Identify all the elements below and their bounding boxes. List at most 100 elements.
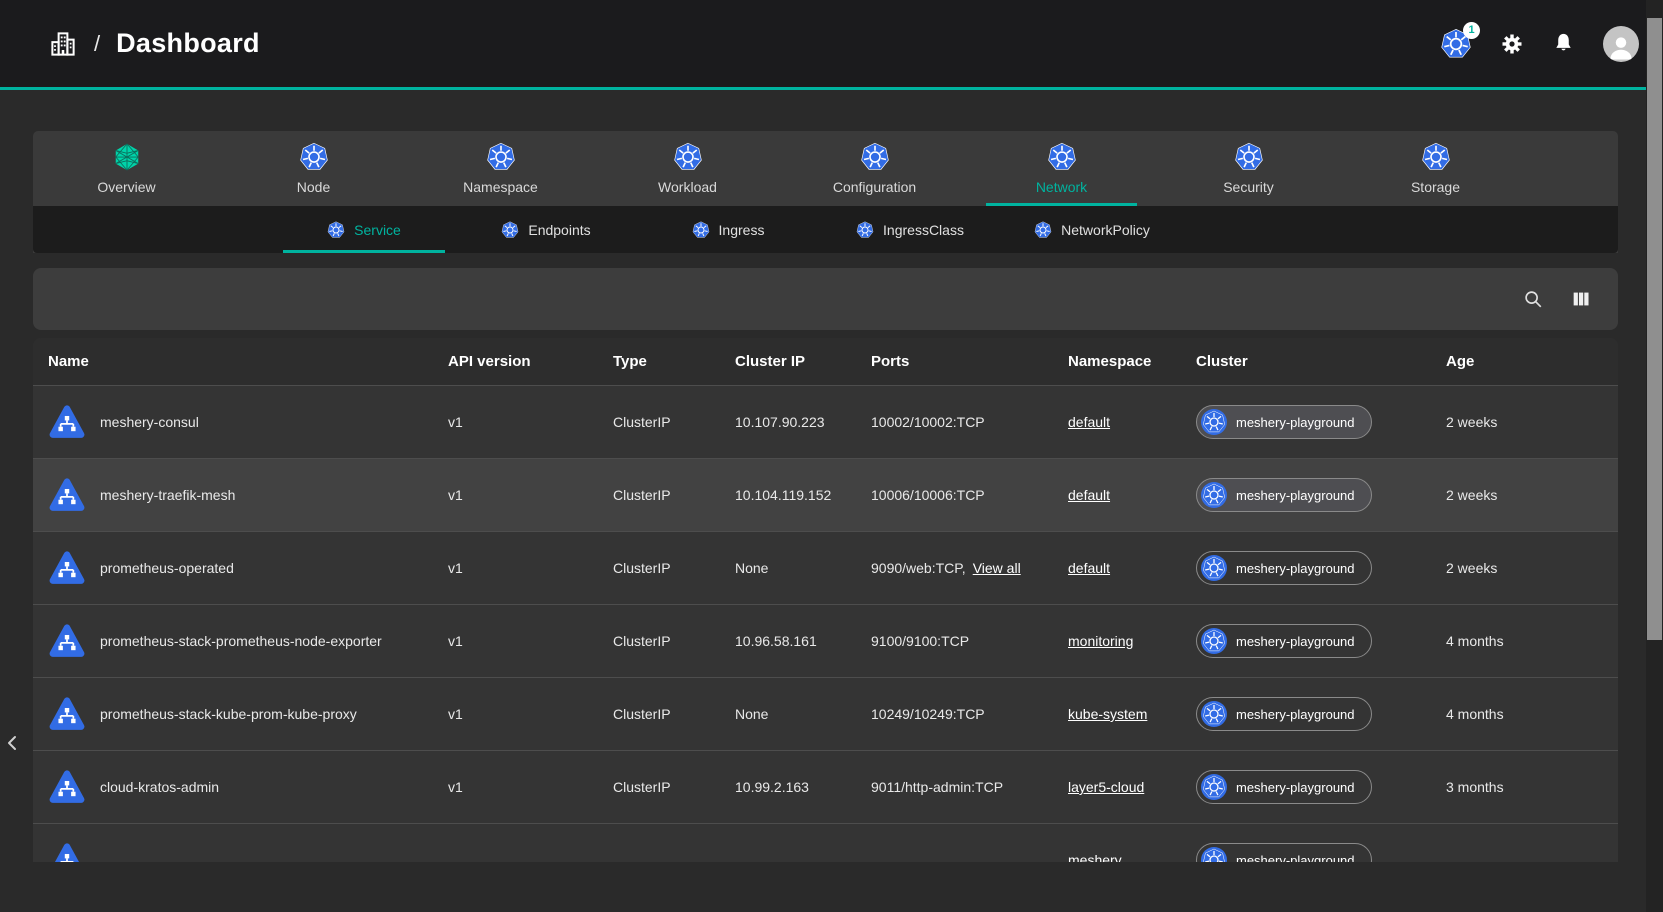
column-header-cluster[interactable]: Cluster <box>1196 353 1446 370</box>
namespace-link[interactable]: meshery <box>1068 852 1122 862</box>
chip-k8s-icon <box>1201 774 1227 800</box>
age-value: 4 months <box>1446 633 1618 649</box>
column-header-api-version[interactable]: API version <box>448 353 613 370</box>
table-row[interactable]: prometheus-stack-prometheus-node-exporte… <box>33 604 1618 677</box>
ports-value: 9090/web:TCP, <box>871 560 966 576</box>
type-value: ClusterIP <box>613 706 735 722</box>
table-row[interactable]: meshery meshery-playground <box>33 823 1618 862</box>
column-header-type[interactable]: Type <box>613 353 735 370</box>
subtab-k8s-icon <box>692 221 710 239</box>
notifications-bell-icon[interactable] <box>1552 32 1575 55</box>
resource-tab[interactable]: Storage <box>1342 131 1529 206</box>
cluster-ip-value: None <box>735 560 871 576</box>
chip-k8s-icon <box>1201 409 1227 435</box>
cluster-name: meshery-playground <box>1236 415 1355 430</box>
column-header-namespace[interactable]: Namespace <box>1068 353 1196 370</box>
service-icon <box>48 841 86 862</box>
cluster-chip[interactable]: meshery-playground <box>1196 405 1372 439</box>
network-subtab[interactable]: Ingress <box>637 206 819 253</box>
resource-tab[interactable]: Node <box>220 131 407 206</box>
subtab-k8s-icon <box>856 221 874 239</box>
resource-tab[interactable]: Security <box>1155 131 1342 206</box>
namespace-link[interactable]: default <box>1068 560 1110 576</box>
network-subtabs: Service Endpoints Ingress IngressClass <box>33 206 1618 253</box>
search-icon[interactable] <box>1522 288 1544 310</box>
cluster-chip[interactable]: meshery-playground <box>1196 478 1372 512</box>
collapse-chevron-icon[interactable] <box>1 729 25 762</box>
namespace-link[interactable]: layer5-cloud <box>1068 779 1144 795</box>
table-row[interactable]: cloud-kratos-admin v1 ClusterIP 10.99.2.… <box>33 750 1618 823</box>
namespace-link[interactable]: monitoring <box>1068 633 1133 649</box>
namespace-link[interactable]: default <box>1068 414 1110 430</box>
context-count-badge: 1 <box>1463 22 1480 39</box>
tab-icon <box>673 142 703 172</box>
table-row[interactable]: prometheus-operated v1 ClusterIP None 90… <box>33 531 1618 604</box>
resource-tab[interactable]: Network <box>968 131 1155 206</box>
column-header-name[interactable]: Name <box>48 353 448 370</box>
breadcrumb-separator: / <box>94 31 100 57</box>
tab-icon <box>112 142 142 172</box>
tab-icon <box>860 142 890 172</box>
cluster-name: meshery-playground <box>1236 561 1355 576</box>
type-value: ClusterIP <box>613 633 735 649</box>
table-toolbar <box>33 268 1618 330</box>
service-name: prometheus-stack-prometheus-node-exporte… <box>100 633 382 649</box>
ports-value: 9100/9100:TCP <box>871 633 969 649</box>
service-name: meshery-consul <box>100 414 199 430</box>
type-value: ClusterIP <box>613 560 735 576</box>
resource-tab[interactable]: Overview <box>33 131 220 206</box>
network-subtab[interactable]: Service <box>273 206 455 253</box>
scrollbar-thumb[interactable] <box>1647 18 1662 640</box>
user-avatar[interactable] <box>1603 26 1639 62</box>
cluster-name: meshery-playground <box>1236 853 1355 863</box>
service-name: cloud-kratos-admin <box>100 779 219 795</box>
table-row[interactable]: meshery-consul v1 ClusterIP 10.107.90.22… <box>33 385 1618 458</box>
column-header-cluster-ip[interactable]: Cluster IP <box>735 353 871 370</box>
table-row[interactable]: meshery-traefik-mesh v1 ClusterIP 10.104… <box>33 458 1618 531</box>
k8s-context-icon[interactable]: 1 <box>1440 28 1472 60</box>
subtab-k8s-icon <box>327 221 345 239</box>
cluster-chip[interactable]: meshery-playground <box>1196 551 1372 585</box>
app-header: / Dashboard 1 <box>0 0 1663 87</box>
chip-k8s-icon <box>1201 555 1227 581</box>
api-version-value: v1 <box>448 560 613 576</box>
cluster-chip[interactable]: meshery-playground <box>1196 843 1372 862</box>
resource-tab[interactable]: Namespace <box>407 131 594 206</box>
resource-tab[interactable]: Configuration <box>781 131 968 206</box>
tab-icon <box>1234 142 1264 172</box>
network-subtab[interactable]: Endpoints <box>455 206 637 253</box>
tab-icon <box>1421 142 1451 172</box>
resource-tab[interactable]: Workload <box>594 131 781 206</box>
cluster-ip-value: 10.104.119.152 <box>735 487 871 503</box>
service-icon <box>48 695 86 733</box>
view-columns-icon[interactable] <box>1570 288 1592 310</box>
type-value: ClusterIP <box>613 779 735 795</box>
cluster-name: meshery-playground <box>1236 488 1355 503</box>
api-version-value: v1 <box>448 706 613 722</box>
view-all-link[interactable]: View all <box>973 560 1021 576</box>
namespace-link[interactable]: kube-system <box>1068 706 1147 722</box>
cluster-chip[interactable]: meshery-playground <box>1196 770 1372 804</box>
resource-tabs-card: Overview Node Namespace Workload <box>33 131 1618 253</box>
age-value: 2 weeks <box>1446 560 1618 576</box>
service-icon <box>48 403 86 441</box>
cluster-ip-value: 10.96.58.161 <box>735 633 871 649</box>
tab-icon <box>299 142 329 172</box>
column-header-age[interactable]: Age <box>1446 353 1618 370</box>
cluster-ip-value: None <box>735 706 871 722</box>
network-subtab[interactable]: NetworkPolicy <box>1001 206 1183 253</box>
page-scrollbar[interactable] <box>1646 0 1663 912</box>
cluster-chip[interactable]: meshery-playground <box>1196 624 1372 658</box>
table-row[interactable]: prometheus-stack-kube-prom-kube-proxy v1… <box>33 677 1618 750</box>
settings-gear-icon[interactable] <box>1500 32 1524 56</box>
column-header-ports[interactable]: Ports <box>871 353 1068 370</box>
table-header-row: Name API version Type Cluster IP Ports N… <box>33 338 1618 385</box>
namespace-link[interactable]: default <box>1068 487 1110 503</box>
organization-building-icon[interactable] <box>48 29 78 59</box>
chip-k8s-icon <box>1201 628 1227 654</box>
cluster-chip[interactable]: meshery-playground <box>1196 697 1372 731</box>
service-name: prometheus-operated <box>100 560 234 576</box>
table-body: meshery-consul v1 ClusterIP 10.107.90.22… <box>33 385 1618 862</box>
network-subtab[interactable]: IngressClass <box>819 206 1001 253</box>
type-value: ClusterIP <box>613 487 735 503</box>
